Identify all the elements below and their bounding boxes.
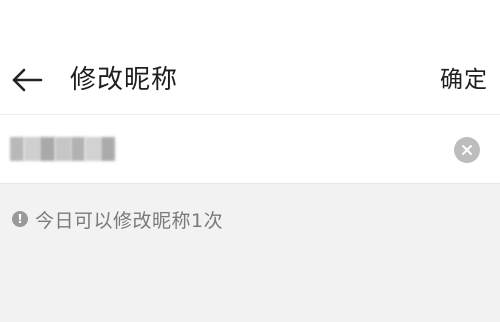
nickname-input[interactable] [0, 115, 440, 183]
clear-circle-icon [462, 145, 472, 155]
status-bar [0, 0, 500, 46]
nav-bar: 修改昵称 确定 [0, 46, 500, 114]
page-title: 修改昵称 [70, 65, 179, 95]
confirm-button[interactable]: 确定 [440, 64, 488, 96]
arrow-left-icon [12, 68, 43, 92]
clear-button[interactable] [454, 137, 480, 163]
back-button[interactable] [10, 64, 44, 96]
hint-row: ! 今日可以修改昵称1次 [12, 204, 223, 234]
hint-text: 今日可以修改昵称1次 [35, 209, 224, 232]
info-icon: ! [12, 211, 28, 227]
nickname-input-row [0, 115, 500, 184]
